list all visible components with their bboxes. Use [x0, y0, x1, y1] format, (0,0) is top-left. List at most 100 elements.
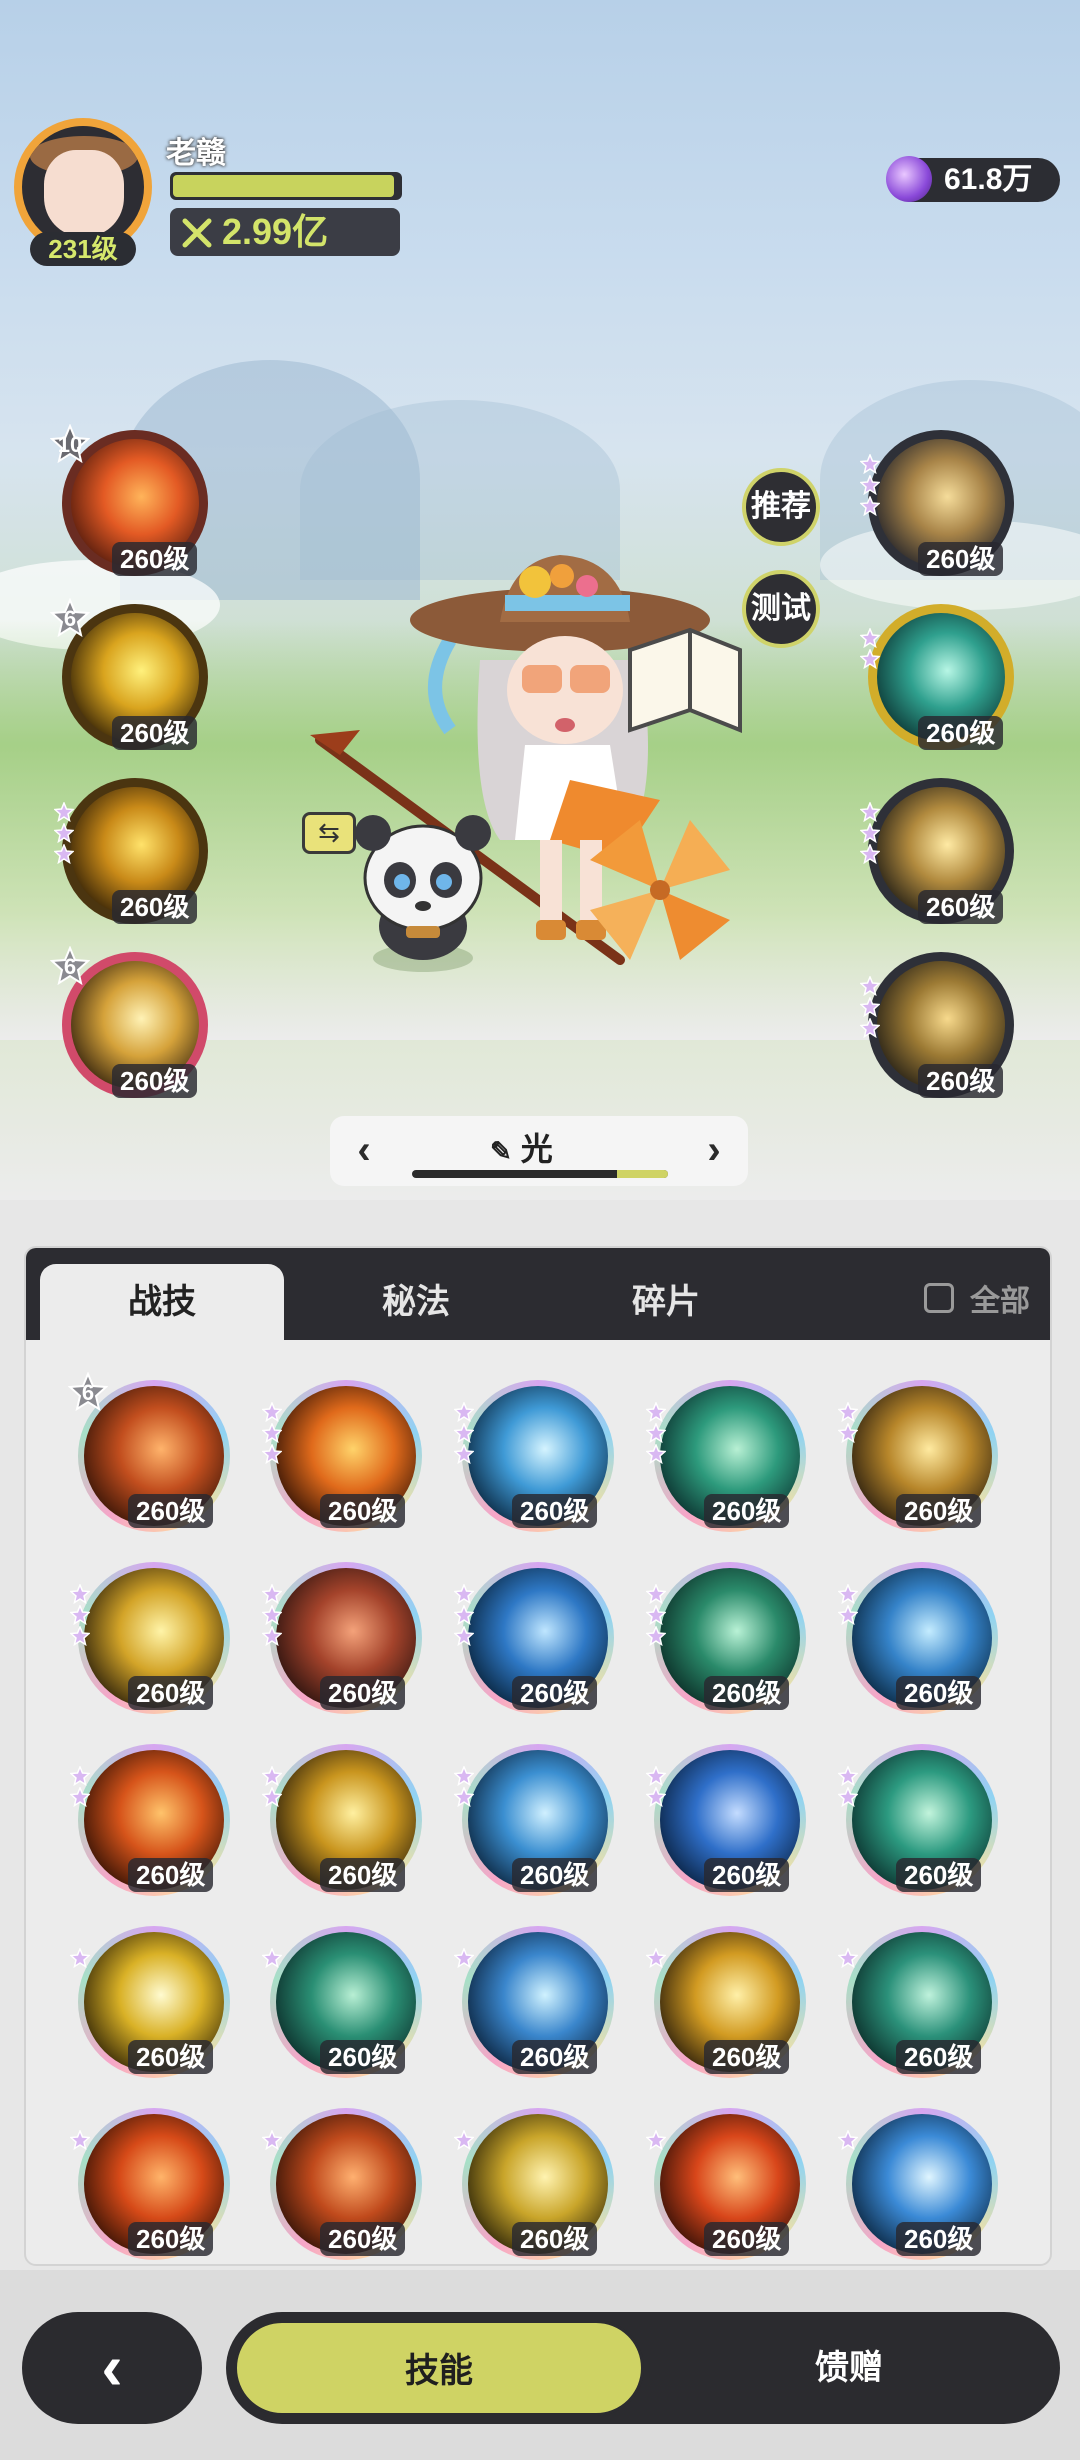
back-button[interactable]: ‹: [22, 2312, 202, 2424]
star-rank-column: [645, 1765, 668, 1808]
player-hp-bar: [170, 172, 402, 200]
star-icon: [69, 1625, 91, 1647]
star-icon: [645, 1947, 667, 1969]
skill-level: 260级: [128, 1676, 214, 1710]
skill-level: 260级: [112, 1064, 198, 1098]
currency-display[interactable]: 61.8万: [886, 156, 1060, 202]
skill-level: 260级: [128, 2040, 214, 2074]
bottom-nav: 技能 馈赠: [226, 2312, 1060, 2424]
star-rank-column: [53, 801, 76, 865]
skill-level: 260级: [918, 716, 1004, 750]
star-icon: [859, 1017, 881, 1039]
combat-power-value: 2.99亿: [222, 211, 329, 252]
chevron-right-icon[interactable]: ›: [694, 1130, 734, 1170]
star-rank-column: [69, 1947, 92, 1969]
skill-level: 260级: [918, 890, 1004, 924]
chevron-left-icon[interactable]: ‹: [344, 1130, 384, 1170]
star-icon: [261, 1443, 283, 1465]
skill-item[interactable]: 260级: [261, 1744, 422, 1896]
swap-pet-icon[interactable]: ⇆: [302, 812, 356, 854]
skill-level: 260级: [512, 2040, 598, 2074]
combat-power: 2.99亿: [170, 208, 400, 256]
skill-item[interactable]: 260级: [69, 1744, 230, 1896]
skill-item[interactable]: 260级: [453, 1744, 614, 1896]
skill-item[interactable]: 260级: [261, 1562, 422, 1714]
skill-level: 260级: [896, 1494, 982, 1528]
skill-item[interactable]: 260级: [69, 2108, 230, 2260]
star-icon: [261, 1583, 283, 1605]
skill-item[interactable]: 260级: [69, 1926, 230, 2078]
equipped-skill-right-1[interactable]: 260级: [868, 430, 1014, 576]
equipped-skill-right-2[interactable]: 260级: [868, 604, 1014, 750]
skill-item[interactable]: 260级: [837, 1744, 998, 1896]
star-icon: [645, 2129, 667, 2151]
star-rank-badge: 6: [50, 946, 90, 986]
star-icon: [261, 1625, 283, 1647]
nav-skills-tab[interactable]: 技能: [234, 2320, 644, 2416]
star-icon: [837, 1583, 859, 1605]
skill-item[interactable]: 260级: [453, 1562, 614, 1714]
currency-amount: 61.8万: [944, 163, 1033, 196]
star-icon: [261, 1786, 283, 1808]
skill-item[interactable]: 260级: [261, 2108, 422, 2260]
star-icon: [859, 495, 881, 517]
skill-level: 260级: [704, 1676, 790, 1710]
star-icon: [453, 1786, 475, 1808]
star-icon: [645, 1786, 667, 1808]
skill-item[interactable]: 260级: [837, 1562, 998, 1714]
filter-all-checkbox[interactable]: 全部: [924, 1276, 1030, 1320]
star-icon: [53, 843, 75, 865]
star-rank-column: [645, 1401, 668, 1465]
recommend-button[interactable]: 推荐: [742, 468, 820, 546]
skill-level: 260级: [918, 542, 1004, 576]
tab-secret-arts[interactable]: 秘法: [294, 1264, 538, 1340]
tab-fragments[interactable]: 碎片: [544, 1264, 788, 1340]
skill-item[interactable]: 260级: [645, 1562, 806, 1714]
nav-gift-tab[interactable]: 馈赠: [646, 2320, 1052, 2416]
skill-level: 260级: [918, 1064, 1004, 1098]
star-icon: [453, 1765, 475, 1787]
star-rank-badge: 6: [50, 598, 90, 638]
star-rank-column: [261, 2129, 284, 2151]
skill-item[interactable]: 260级: [645, 1380, 806, 1532]
skill-item[interactable]: 260级: [837, 2108, 998, 2260]
star-icon: [837, 1947, 859, 1969]
skill-item[interactable]: 260级: [69, 1562, 230, 1714]
skill-item[interactable]: 260级: [645, 2108, 806, 2260]
star-icon: [453, 1625, 475, 1647]
player-level: 231级: [30, 232, 136, 266]
star-rank-column: [261, 1947, 284, 1969]
star-icon: [837, 1422, 859, 1444]
skill-item[interactable]: 260级 6: [68, 1372, 230, 1532]
skill-level: 260级: [512, 2222, 598, 2256]
skill-item[interactable]: 260级: [261, 1380, 422, 1532]
skill-item[interactable]: 260级: [453, 1380, 614, 1532]
checkbox-icon: [924, 1283, 954, 1313]
star-icon: [645, 1765, 667, 1787]
star-icon: [837, 1401, 859, 1423]
star-icon: [453, 1583, 475, 1605]
skill-item[interactable]: 260级: [453, 2108, 614, 2260]
equipped-skill-right-3[interactable]: 260级: [868, 778, 1014, 924]
skill-item[interactable]: 260级: [645, 1926, 806, 2078]
star-icon: [837, 1604, 859, 1626]
equipped-skill-left-3[interactable]: 260级: [62, 778, 208, 924]
star-rank-value: 6: [81, 1380, 95, 1405]
equipped-skill-right-4[interactable]: 260级: [868, 952, 1014, 1098]
tab-combat-skills[interactable]: 战技: [40, 1264, 284, 1340]
skill-item[interactable]: 260级: [837, 1380, 998, 1532]
skill-item[interactable]: 260级: [645, 1744, 806, 1896]
star-rank-column: [859, 975, 882, 1039]
star-icon: [69, 2129, 91, 2151]
skill-level: 260级: [704, 2040, 790, 2074]
star-rank-value: 6: [63, 954, 77, 979]
skill-item[interactable]: 260级: [837, 1926, 998, 2078]
skill-level: 260级: [320, 2222, 406, 2256]
skill-level: 260级: [320, 1494, 406, 1528]
skill-level: 260级: [896, 1858, 982, 1892]
star-icon: [645, 1422, 667, 1444]
panda-pet[interactable]: [348, 808, 498, 978]
skill-item[interactable]: 260级: [453, 1926, 614, 2078]
skill-item[interactable]: 260级: [261, 1926, 422, 2078]
star-rank-column: [859, 801, 882, 865]
